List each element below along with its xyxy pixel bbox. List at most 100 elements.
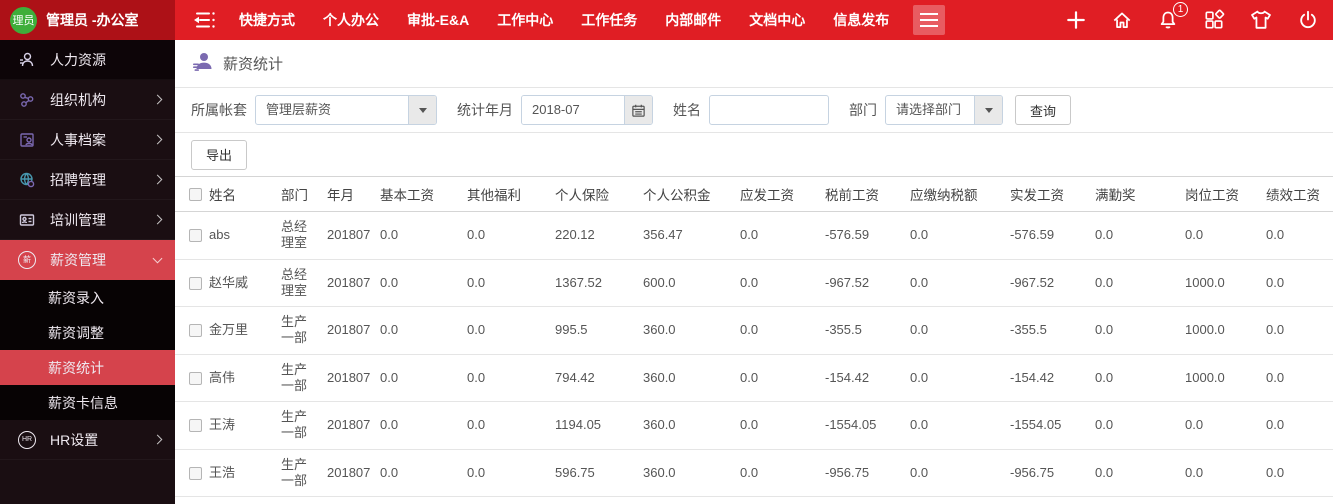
chevron-right-icon <box>153 175 163 185</box>
cell-pretax-salary: -967.52 <box>821 259 906 307</box>
search-button[interactable]: 查询 <box>1015 95 1071 125</box>
top-nav-item[interactable]: 工作中心 <box>483 0 567 40</box>
salary-icon: 薪 <box>16 251 38 269</box>
cell-housing-fund: 360.0 <box>639 402 736 450</box>
person-icon <box>16 51 38 69</box>
add-icon[interactable] <box>1065 9 1087 31</box>
sidebar: 人力资源 组织机构 人事档案 招聘管理 <box>0 40 175 504</box>
cell-name: 王浩 <box>205 449 277 497</box>
column-header: 岗位工资 <box>1181 177 1262 212</box>
row-checkbox[interactable] <box>189 419 202 432</box>
cell-name: 赵华威 <box>205 259 277 307</box>
table-row[interactable]: 赵华威 总经理室 201807 0.0 0.0 1367.52 600.0 0.… <box>175 259 1333 307</box>
row-checkbox[interactable] <box>189 229 202 242</box>
topbar-actions: 1 <box>1065 9 1319 31</box>
cell-base-salary: 0.0 <box>376 497 463 504</box>
cell-position-salary: 1000.0 <box>1181 259 1262 307</box>
home-icon[interactable] <box>1111 9 1133 31</box>
submenu-item-salary-entry[interactable]: 薪资录入 <box>0 280 175 315</box>
cell-department: 生产一部 <box>277 449 323 497</box>
cell-payable-salary: 0.0 <box>736 307 821 355</box>
chevron-right-icon <box>153 435 163 445</box>
cell-net-salary: -355.5 <box>1006 307 1091 355</box>
table-row[interactable]: 张秀英 生产一部 201807 0.0 0.0 1158.63 360.0 0.… <box>175 497 1333 504</box>
top-nav-item[interactable]: 审批-E&A <box>393 0 483 40</box>
table-row[interactable]: 金万里 生产一部 201807 0.0 0.0 995.5 360.0 0.0 … <box>175 307 1333 355</box>
cell-attendance-bonus: 0.0 <box>1091 497 1181 504</box>
submenu-item-salary-card[interactable]: 薪资卡信息 <box>0 385 175 420</box>
sidebar-item-recruit[interactable]: 招聘管理 <box>0 160 175 200</box>
top-nav-item[interactable]: 快捷方式 <box>225 0 309 40</box>
sidebar-item-org[interactable]: 组织机构 <box>0 80 175 120</box>
top-nav-item[interactable]: 内部邮件 <box>651 0 735 40</box>
chevron-right-icon <box>153 135 163 145</box>
stat-month-picker[interactable] <box>521 95 653 125</box>
filter-bar: 所属帐套 管理层薪资 统计年月 姓名 部门 请选择部门 <box>175 88 1333 133</box>
submenu-item-salary-adjust[interactable]: 薪资调整 <box>0 315 175 350</box>
name-input[interactable] <box>709 95 829 125</box>
sidebar-item-training[interactable]: 培训管理 <box>0 200 175 240</box>
main-content: 薪资统计 所属帐套 管理层薪资 统计年月 姓名 部门 <box>175 40 1333 504</box>
department-select[interactable]: 请选择部门 <box>885 95 1003 125</box>
app-window: 理员 管理员 -办公室 快捷方式个人办公审批-E&A工作中心工作任务内部邮件文档… <box>0 0 1333 504</box>
cell-pretax-salary: -956.75 <box>821 449 906 497</box>
topbar: 理员 管理员 -办公室 快捷方式个人办公审批-E&A工作中心工作任务内部邮件文档… <box>0 0 1333 40</box>
apps-grid-icon[interactable] <box>1203 9 1225 31</box>
cell-name: 金万里 <box>205 307 277 355</box>
top-nav-item[interactable]: 文档中心 <box>735 0 819 40</box>
cell-name: 高伟 <box>205 354 277 402</box>
top-nav-item[interactable]: 信息发布 <box>819 0 903 40</box>
user-area[interactable]: 理员 管理员 -办公室 <box>0 0 175 40</box>
cell-pretax-salary: -355.5 <box>821 307 906 355</box>
logout-power-icon[interactable] <box>1297 9 1319 31</box>
cell-personal-insurance: 1194.05 <box>551 402 639 450</box>
menu-icon[interactable] <box>913 5 945 35</box>
cell-position-salary: 1000.0 <box>1181 354 1262 402</box>
archive-icon <box>16 131 38 149</box>
cell-net-salary: -576.59 <box>1006 212 1091 260</box>
cell-department: 生产一部 <box>277 402 323 450</box>
sidebar-item-hr-settings[interactable]: HR HR设置 <box>0 420 175 460</box>
account-set-select[interactable]: 管理层薪资 <box>255 95 437 125</box>
table-row[interactable]: 王浩 生产一部 201807 0.0 0.0 596.75 360.0 0.0 … <box>175 449 1333 497</box>
salary-table: 姓名部门年月基本工资其他福利个人保险个人公积金应发工资税前工资应缴纳税额实发工资… <box>175 177 1333 504</box>
cell-payable-salary: 0.0 <box>736 259 821 307</box>
row-checkbox[interactable] <box>189 372 202 385</box>
submenu-item-salary-stats[interactable]: 薪资统计 <box>0 350 175 385</box>
cell-personal-insurance: 794.42 <box>551 354 639 402</box>
cell-housing-fund: 600.0 <box>639 259 736 307</box>
cell-housing-fund: 356.47 <box>639 212 736 260</box>
top-nav-item[interactable]: 工作任务 <box>567 0 651 40</box>
cell-payable-salary: 0.0 <box>736 354 821 402</box>
sidebar-item-hr[interactable]: 人力资源 <box>0 40 175 80</box>
theme-shirt-icon[interactable] <box>1249 9 1273 31</box>
row-checkbox[interactable] <box>189 277 202 290</box>
cell-month: 201807 <box>323 212 376 260</box>
cell-performance-salary: 0.0 <box>1262 259 1333 307</box>
sidebar-item-files[interactable]: 人事档案 <box>0 120 175 160</box>
sidebar-item-salary[interactable]: 薪 薪资管理 <box>0 240 175 280</box>
dropdown-arrow-icon[interactable] <box>408 96 436 124</box>
table-row[interactable]: 高伟 生产一部 201807 0.0 0.0 794.42 360.0 0.0 … <box>175 354 1333 402</box>
select-all-checkbox[interactable] <box>189 188 202 201</box>
row-checkbox[interactable] <box>189 467 202 480</box>
top-nav-item[interactable]: 个人办公 <box>309 0 393 40</box>
cell-department: 生产一部 <box>277 307 323 355</box>
stat-month-input[interactable] <box>522 96 624 124</box>
row-checkbox[interactable] <box>189 324 202 337</box>
table-row[interactable]: abs 总经理室 201807 0.0 0.0 220.12 356.47 0.… <box>175 212 1333 260</box>
collapse-sidebar-icon[interactable] <box>191 11 217 29</box>
calendar-icon[interactable] <box>624 96 652 124</box>
notifications-bell-icon[interactable]: 1 <box>1157 9 1179 31</box>
submenu-item-label: 薪资卡信息 <box>48 393 118 413</box>
cell-position-salary: 0.0 <box>1181 449 1262 497</box>
table-row[interactable]: 王涛 生产一部 201807 0.0 0.0 1194.05 360.0 0.0… <box>175 402 1333 450</box>
cell-performance-salary: 0.0 <box>1262 307 1333 355</box>
cell-housing-fund: 360.0 <box>639 497 736 504</box>
submenu-item-label: 薪资录入 <box>48 288 104 308</box>
cell-month: 201807 <box>323 449 376 497</box>
dropdown-arrow-icon[interactable] <box>974 96 1002 124</box>
cell-tax-due: 0.0 <box>906 259 1006 307</box>
cell-pretax-salary: -1554.05 <box>821 402 906 450</box>
export-button[interactable]: 导出 <box>191 140 247 170</box>
